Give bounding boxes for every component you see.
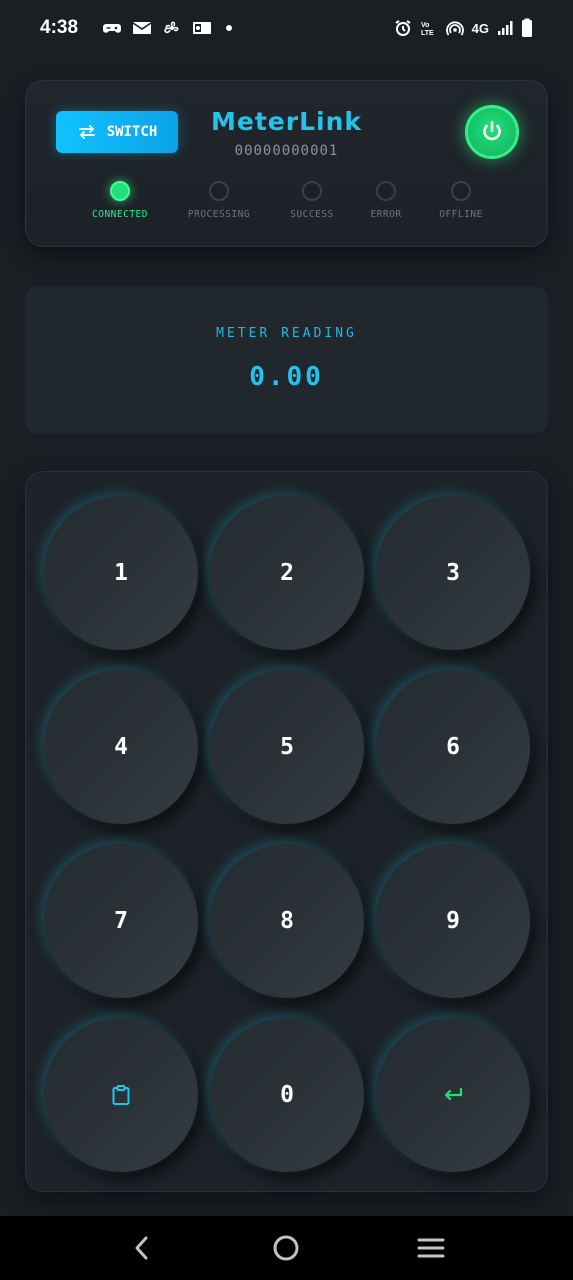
header-card: SWITCH MeterLink 00000000001 CONNECTED P…	[25, 80, 548, 247]
back-button[interactable]	[122, 1228, 162, 1268]
svg-text:LTE: LTE	[421, 30, 434, 37]
indicator-label: OFFLINE	[439, 209, 483, 220]
enter-icon	[444, 1087, 463, 1101]
back-icon	[135, 1236, 148, 1260]
key-2[interactable]: 2	[210, 496, 364, 650]
power-icon	[483, 120, 501, 141]
meter-reading-card: METER READING 0.00	[25, 286, 548, 434]
key-6[interactable]: 6	[376, 670, 530, 824]
signal-icon	[498, 21, 513, 35]
svg-text:Vo: Vo	[421, 22, 429, 29]
meter-reading-value: 0.00	[249, 362, 324, 392]
key-9[interactable]: 9	[376, 844, 530, 998]
more-notifications-dot	[226, 25, 233, 31]
game-controller-icon	[103, 24, 122, 33]
system-icons: Vo LTE 4G	[394, 18, 533, 38]
mail-icon	[132, 22, 152, 34]
indicator-led	[110, 181, 130, 201]
indicator-connected: CONNECTED	[70, 181, 170, 220]
key-1[interactable]: 1	[44, 496, 198, 650]
indicator-processing: PROCESSING	[169, 181, 269, 220]
hotspot-icon	[445, 21, 464, 36]
status-time: 4:38	[40, 17, 79, 38]
outlook-icon	[193, 22, 212, 34]
key-8[interactable]: 8	[210, 844, 364, 998]
enter-button[interactable]	[376, 1018, 530, 1172]
menu-icon	[417, 1238, 445, 1258]
home-button[interactable]	[266, 1228, 306, 1268]
system-nav-bar	[0, 1216, 573, 1280]
keypad: 1 2 3 4 5 6 7 8 9 0	[25, 471, 548, 1192]
indicator-label: CONNECTED	[92, 209, 148, 220]
fan-icon	[164, 21, 179, 34]
key-7[interactable]: 7	[44, 844, 198, 998]
meter-reading-label: METER READING	[216, 326, 357, 341]
notification-icons	[102, 20, 233, 36]
indicator-led	[376, 181, 396, 201]
paste-button[interactable]	[44, 1018, 198, 1172]
battery-icon	[522, 18, 532, 37]
recents-button[interactable]	[411, 1228, 451, 1268]
network-type: 4G	[471, 20, 489, 36]
indicator-offline: OFFLINE	[411, 181, 511, 220]
status-indicators: CONNECTED PROCESSING SUCCESS ERROR OFFLI…	[26, 181, 547, 231]
home-icon	[273, 1235, 299, 1261]
key-4[interactable]: 4	[44, 670, 198, 824]
key-0[interactable]: 0	[210, 1018, 364, 1172]
power-button[interactable]	[465, 105, 519, 159]
indicator-led	[209, 181, 229, 201]
volte-icon: VoLTE	[421, 22, 434, 37]
clipboard-icon	[112, 1085, 130, 1105]
indicator-led	[302, 181, 322, 201]
indicator-led	[451, 181, 471, 201]
alarm-icon	[395, 20, 411, 36]
status-bar: 4:38 Vo LTE 4G	[0, 0, 573, 56]
key-3[interactable]: 3	[376, 496, 530, 650]
indicator-label: PROCESSING	[187, 209, 251, 220]
key-5[interactable]: 5	[210, 670, 364, 824]
